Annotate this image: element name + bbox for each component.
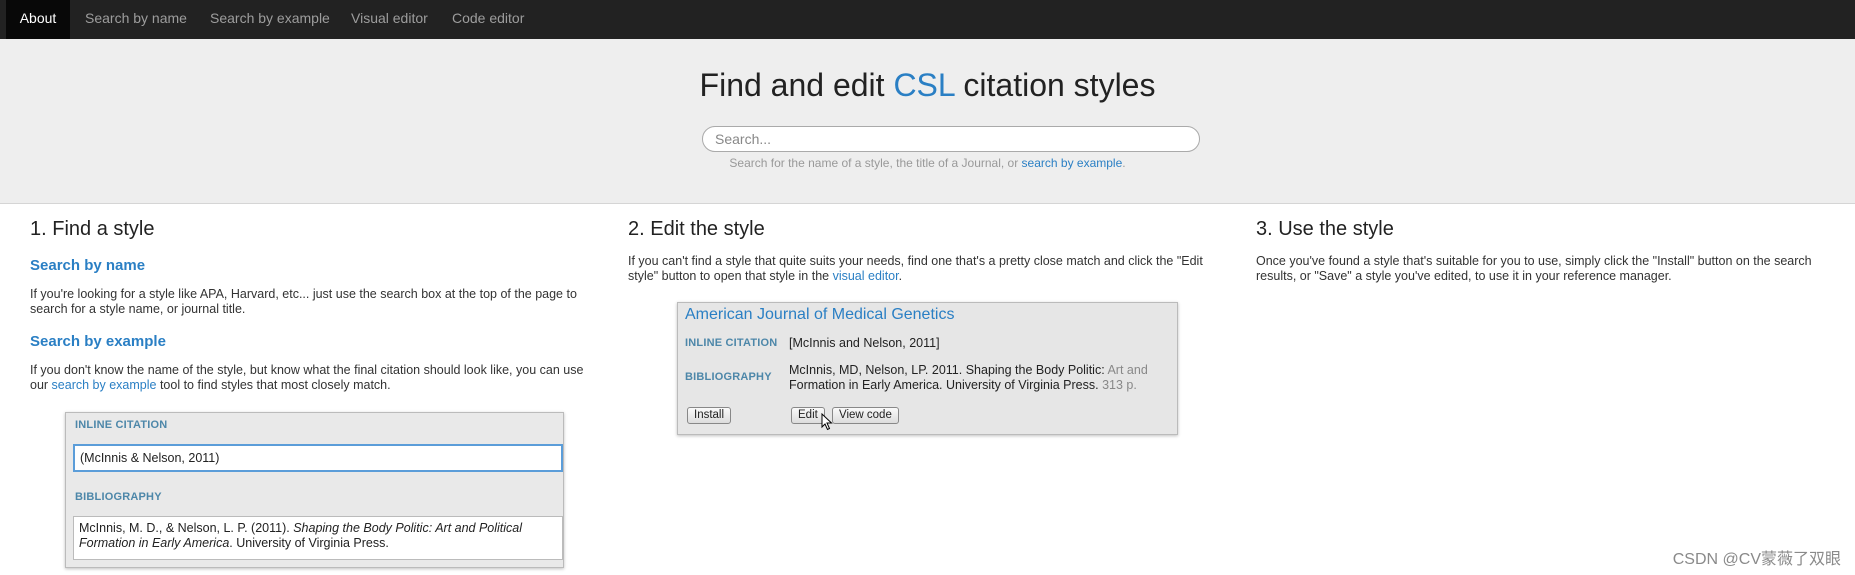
search-by-example-link[interactable]: search by example bbox=[52, 378, 157, 392]
mouse-pointer-icon bbox=[821, 413, 833, 431]
use-style-column: 3. Use the style Once you've found a sty… bbox=[1256, 218, 1841, 284]
style-title[interactable]: American Journal of Medical Genetics bbox=[685, 306, 954, 324]
inline-citation-field[interactable]: (McInnis & Nelson, 2011) bbox=[73, 444, 563, 472]
card-inline-value: [McInnis and Nelson, 2011] bbox=[789, 336, 940, 350]
hero-section: Find and edit CSL citation styles Search… bbox=[0, 39, 1855, 204]
bibliography-label: BIBLIOGRAPHY bbox=[75, 491, 162, 503]
edit-style-column: 2. Edit the style If you can't find a st… bbox=[628, 218, 1228, 284]
nav-search-by-example[interactable]: Search by example bbox=[210, 0, 330, 39]
nav-visual-editor[interactable]: Visual editor bbox=[351, 0, 428, 39]
search-input[interactable] bbox=[702, 126, 1200, 152]
hint-search-by-example-link[interactable]: search by example bbox=[1022, 156, 1123, 170]
install-button[interactable]: Install bbox=[687, 407, 732, 424]
style-result-card: American Journal of Medical Genetics INL… bbox=[677, 302, 1178, 435]
view-code-button[interactable]: View code bbox=[832, 407, 899, 424]
nav-code-editor[interactable]: Code editor bbox=[452, 0, 524, 39]
search-hint: Search for the name of a style, the titl… bbox=[729, 156, 1126, 170]
find-style-column: 1. Find a style Search by name If you're… bbox=[30, 218, 590, 393]
bibliography-field[interactable]: McInnis, M. D., & Nelson, L. P. (2011). … bbox=[73, 516, 563, 560]
card-inline-label: INLINE CITATION bbox=[685, 337, 778, 349]
title-accent: CSL bbox=[893, 67, 955, 103]
watermark: CSDN @CV蒙薇了双眼 bbox=[1672, 551, 1841, 568]
edit-style-text: If you can't find a style that quite sui… bbox=[628, 254, 1203, 283]
search-by-name-heading[interactable]: Search by name bbox=[30, 257, 590, 274]
use-style-heading: 3. Use the style bbox=[1256, 218, 1394, 240]
search-by-example-preview: INLINE CITATION (McInnis & Nelson, 2011)… bbox=[65, 412, 564, 568]
find-style-heading: 1. Find a style bbox=[30, 218, 155, 240]
search-by-example-text: If you don't know the name of the style,… bbox=[30, 363, 584, 392]
card-bibliography-value: McInnis, MD, Nelson, LP. 2011. Shaping t… bbox=[789, 363, 1148, 392]
search-by-name-text: If you're looking for a style like APA, … bbox=[30, 287, 577, 316]
edit-button[interactable]: Edit bbox=[791, 407, 825, 424]
inline-citation-label: INLINE CITATION bbox=[75, 419, 168, 431]
use-style-text: Once you've found a style that's suitabl… bbox=[1256, 254, 1812, 283]
card-bibliography-label: BIBLIOGRAPHY bbox=[685, 371, 772, 383]
visual-editor-link[interactable]: visual editor bbox=[833, 269, 899, 283]
edit-style-heading: 2. Edit the style bbox=[628, 218, 765, 240]
nav-about[interactable]: About bbox=[6, 0, 70, 39]
top-navbar: About Search by name Search by example V… bbox=[0, 0, 1855, 40]
search-by-example-heading[interactable]: Search by example bbox=[30, 333, 590, 350]
page-title: Find and edit CSL citation styles bbox=[699, 67, 1156, 103]
nav-search-by-name[interactable]: Search by name bbox=[85, 0, 187, 39]
